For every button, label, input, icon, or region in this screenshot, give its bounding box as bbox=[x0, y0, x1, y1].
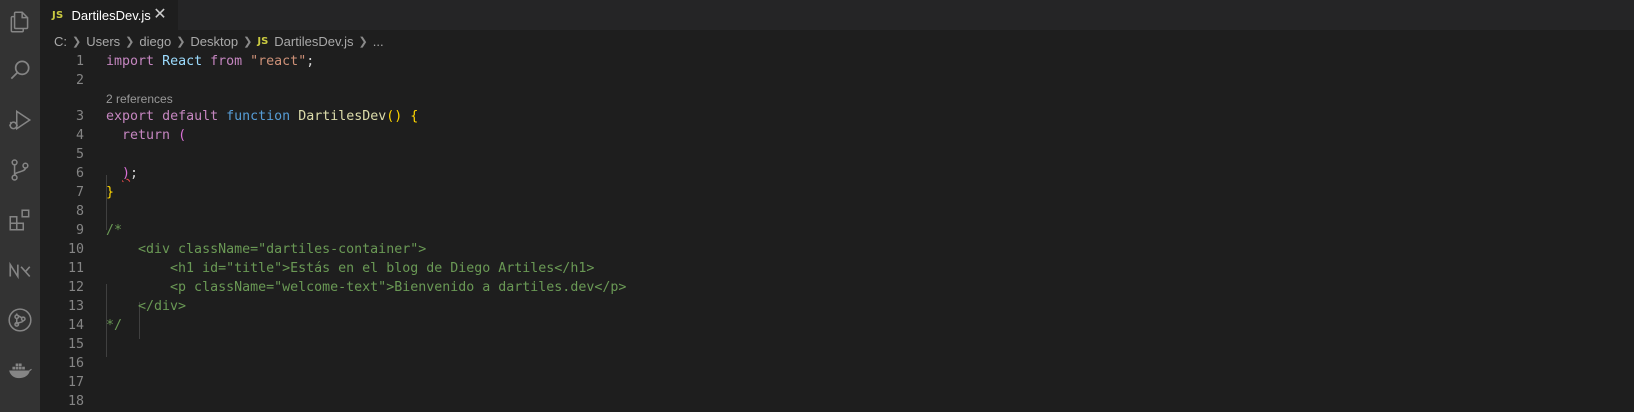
javascript-file-icon: JS bbox=[52, 9, 64, 21]
code-line-13: </div> bbox=[106, 299, 187, 314]
parens: () bbox=[386, 109, 403, 124]
code-line-4: return ( bbox=[106, 126, 186, 145]
code-line-1: import React from "react"; bbox=[106, 52, 314, 71]
line-number: 10 bbox=[67, 242, 84, 257]
line-number: 15 bbox=[67, 337, 84, 352]
close-icon[interactable]: ✕ bbox=[152, 6, 168, 22]
keyword-import: import bbox=[106, 54, 155, 69]
close-brace: } bbox=[106, 185, 115, 200]
code-line-11: <h1 id="title">Estás en el blog de Diego… bbox=[106, 261, 595, 276]
line-number: 6 bbox=[75, 166, 84, 181]
search-icon[interactable] bbox=[0, 48, 40, 92]
breadcrumb-item-users[interactable]: Users bbox=[86, 34, 120, 49]
chevron-right-icon: ❯ bbox=[243, 35, 253, 48]
extensions-icon[interactable] bbox=[0, 198, 40, 242]
activity-bar bbox=[0, 0, 40, 412]
explorer-icon[interactable] bbox=[0, 0, 40, 44]
line-number: 14 bbox=[67, 318, 84, 333]
keyword-function: function bbox=[226, 109, 291, 124]
line-number: 9 bbox=[75, 223, 84, 238]
line-number: 7 bbox=[75, 185, 84, 200]
breadcrumb-item-drive[interactable]: C: bbox=[54, 34, 67, 49]
line-number: 8 bbox=[75, 204, 84, 219]
tab-dartilesdev[interactable]: JS DartilesDev.js ✕ bbox=[40, 0, 178, 30]
line-number: 11 bbox=[67, 261, 84, 276]
open-paren: ( bbox=[178, 128, 187, 143]
chevron-right-icon: ❯ bbox=[358, 35, 368, 48]
keyword-export: export bbox=[106, 109, 155, 124]
chevron-right-icon: ❯ bbox=[72, 35, 82, 48]
code-line-9: /* bbox=[106, 223, 123, 238]
tab-label: DartilesDev.js bbox=[71, 7, 151, 23]
semicolon: ; bbox=[306, 54, 315, 69]
keyword-from: from bbox=[210, 54, 243, 69]
line-number: 16 bbox=[67, 356, 84, 371]
line-number: 4 bbox=[75, 128, 84, 143]
line-number: 2 bbox=[75, 73, 84, 88]
identifier-react: React bbox=[162, 54, 203, 69]
code-line-12: <p className="welcome-text">Bienvenido a… bbox=[106, 280, 627, 295]
breadcrumb-item-desktop[interactable]: Desktop bbox=[190, 34, 238, 49]
line-number: 1 bbox=[75, 54, 84, 69]
line-number: 5 bbox=[75, 147, 84, 162]
function-name: DartilesDev bbox=[298, 109, 387, 124]
nx-console-icon[interactable] bbox=[0, 248, 40, 292]
chevron-right-icon: ❯ bbox=[125, 35, 135, 48]
code-line-10: <div className="dartiles-container"> bbox=[106, 242, 427, 257]
line-number: 3 bbox=[75, 109, 84, 124]
code-line-3: export default function DartilesDev() { bbox=[106, 107, 418, 126]
docker-icon[interactable] bbox=[0, 348, 40, 392]
code-editor[interactable]: 1 2 3 4 5 6 7 8 9 10 11 12 13 14 15 16 1… bbox=[40, 52, 1634, 412]
tab-bar: JS DartilesDev.js ✕ bbox=[40, 0, 1634, 30]
codelens-references[interactable]: 2 references bbox=[106, 91, 173, 107]
code-line-6: ); bbox=[106, 164, 138, 183]
line-number: 17 bbox=[67, 375, 84, 390]
line-number: 13 bbox=[67, 299, 84, 314]
git-graph-icon[interactable] bbox=[0, 298, 40, 342]
line-number: 12 bbox=[67, 280, 84, 295]
code-line-7: } bbox=[106, 183, 114, 202]
chevron-right-icon: ❯ bbox=[176, 35, 186, 48]
breadcrumb-item-file[interactable]: DartilesDev.js bbox=[274, 34, 353, 49]
source-control-icon[interactable] bbox=[0, 148, 40, 192]
code-line-14: */ bbox=[106, 318, 123, 333]
close-paren-error: ) bbox=[122, 166, 131, 181]
open-brace: { bbox=[410, 109, 419, 124]
keyword-default: default bbox=[162, 109, 219, 124]
line-number: 18 bbox=[67, 394, 84, 409]
breadcrumb-item-diego[interactable]: diego bbox=[139, 34, 171, 49]
semicolon: ; bbox=[130, 166, 139, 181]
run-debug-icon[interactable] bbox=[0, 98, 40, 142]
keyword-return: return bbox=[122, 128, 171, 143]
javascript-file-icon: JS bbox=[257, 35, 269, 47]
string-react: "react" bbox=[250, 54, 307, 69]
breadcrumb: C: ❯ Users ❯ diego ❯ Desktop ❯ JS Dartil… bbox=[40, 30, 1634, 52]
breadcrumb-item-symbols[interactable]: ... bbox=[373, 34, 384, 49]
